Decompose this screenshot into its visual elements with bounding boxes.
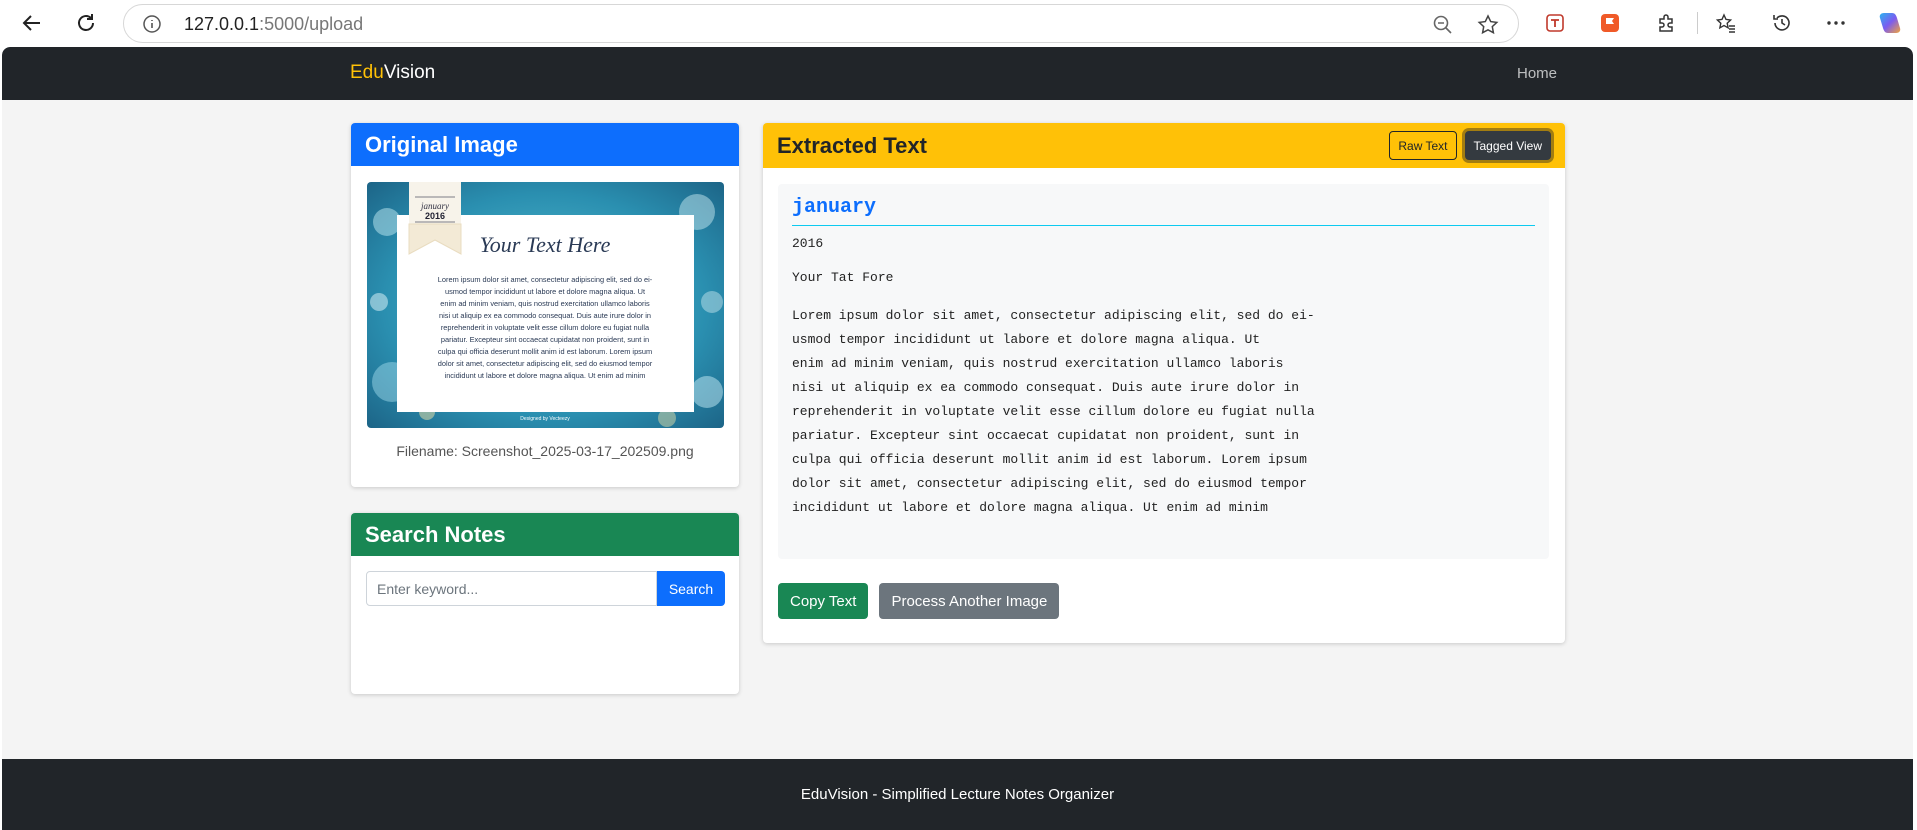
extracted-actions: Copy Text Process Another Image [778, 583, 1060, 619]
flag-extension-icon[interactable] [1597, 10, 1623, 36]
footer-text: EduVision - Simplified Lecture Notes Org… [800, 786, 1115, 803]
zoom-out-icon[interactable] [1432, 14, 1454, 36]
site-info-icon[interactable] [142, 14, 162, 34]
extracted-text-area: january 2016 Your Tat Fore Lorem ipsum d… [778, 184, 1549, 559]
navbar: EduVision Home [2, 47, 1913, 100]
image-month-text: january [420, 201, 449, 211]
image-heading-text: Your Text Here [480, 232, 611, 257]
search-form: Search [366, 571, 725, 606]
search-notes-card: Search Notes Search [351, 513, 739, 694]
raw-text-button[interactable]: Raw Text [1389, 131, 1457, 160]
tagged-view-button[interactable]: Tagged View [1464, 131, 1551, 160]
tagged-heading: january [792, 196, 1535, 226]
reload-icon[interactable] [71, 8, 101, 38]
favorites-icon[interactable] [1713, 10, 1739, 36]
toolbar-divider [1697, 12, 1698, 34]
svg-text:reprehenderit in voluptate vel: reprehenderit in voluptate velit esse ci… [441, 323, 650, 332]
original-image-title: Original Image [351, 123, 739, 166]
svg-text:usmod tempor incididunt ut lab: usmod tempor incididunt ut labore et dol… [445, 287, 645, 296]
original-image-card: Original Image january 2016 Your Text He… [351, 123, 739, 487]
extracted-text-card: Extracted Text Raw Text Tagged View janu… [763, 123, 1565, 643]
svg-text:enim ad minim veniam, quis nos: enim ad minim veniam, quis nostrud exerc… [440, 299, 650, 308]
extensions-puzzle-icon[interactable] [1653, 10, 1679, 36]
copy-text-button[interactable]: Copy Text [778, 583, 869, 619]
process-another-button[interactable]: Process Another Image [879, 583, 1060, 619]
svg-text:dolor sit amet, consectetur ad: dolor sit amet, consectetur adipiscing e… [438, 359, 653, 368]
back-arrow-icon[interactable] [17, 8, 47, 38]
browser-toolbar: 127.0.0.1:5000/upload [0, 0, 1917, 47]
filename-label: Filename: Screenshot_2025-03-17_202509.p… [396, 443, 694, 459]
app-window: EduVision Home Original Image january 20… [2, 47, 1913, 830]
history-icon[interactable] [1769, 10, 1795, 36]
svg-text:Lorem ipsum dolor sit amet, co: Lorem ipsum dolor sit amet, consectetur … [438, 275, 653, 284]
svg-text:incididunt ut labore et dolore: incididunt ut labore et dolore magna ali… [445, 371, 646, 380]
extracted-text-header: Extracted Text Raw Text Tagged View [763, 123, 1565, 168]
tagged-year: 2016 [792, 236, 824, 251]
copilot-icon[interactable] [1877, 10, 1903, 36]
footer: EduVision - Simplified Lecture Notes Org… [2, 759, 1913, 830]
address-bar[interactable]: 127.0.0.1:5000/upload [123, 4, 1519, 43]
brand-logo[interactable]: EduVision [350, 62, 435, 84]
image-body-lines: Lorem ipsum dolor sit amet, consectetur … [438, 275, 653, 380]
image-credit-text: Designed by Vecteezy [520, 416, 570, 422]
extracted-text-title: Extracted Text [777, 132, 927, 158]
favorite-star-icon[interactable] [1476, 13, 1500, 37]
svg-text:culpa qui officia deserunt mol: culpa qui officia deserunt mollit anim i… [438, 347, 652, 356]
image-year-text: 2016 [425, 211, 445, 221]
svg-text:pariatur. Excepteur sint occae: pariatur. Excepteur sint occaecat cupida… [441, 335, 649, 344]
shield-extension-icon[interactable] [1542, 10, 1568, 36]
url-text: 127.0.0.1:5000/upload [184, 14, 364, 34]
tagged-subheading: Your Tat Fore [792, 270, 894, 285]
search-button[interactable]: Search [657, 571, 725, 606]
search-notes-title: Search Notes [351, 513, 739, 556]
search-keyword-input[interactable] [366, 571, 657, 606]
view-toggle: Raw Text Tagged View [1389, 131, 1551, 160]
svg-text:nisi ut aliquip ex ea commodo: nisi ut aliquip ex ea commodo consequat.… [439, 311, 651, 320]
uploaded-image-preview: january 2016 Your Text Here Lorem ipsum … [367, 182, 724, 428]
nav-home-link[interactable]: Home [1517, 65, 1557, 82]
tagged-paragraph: Lorem ipsum dolor sit amet, consectetur … [792, 308, 1315, 515]
more-options-icon[interactable] [1823, 10, 1849, 36]
